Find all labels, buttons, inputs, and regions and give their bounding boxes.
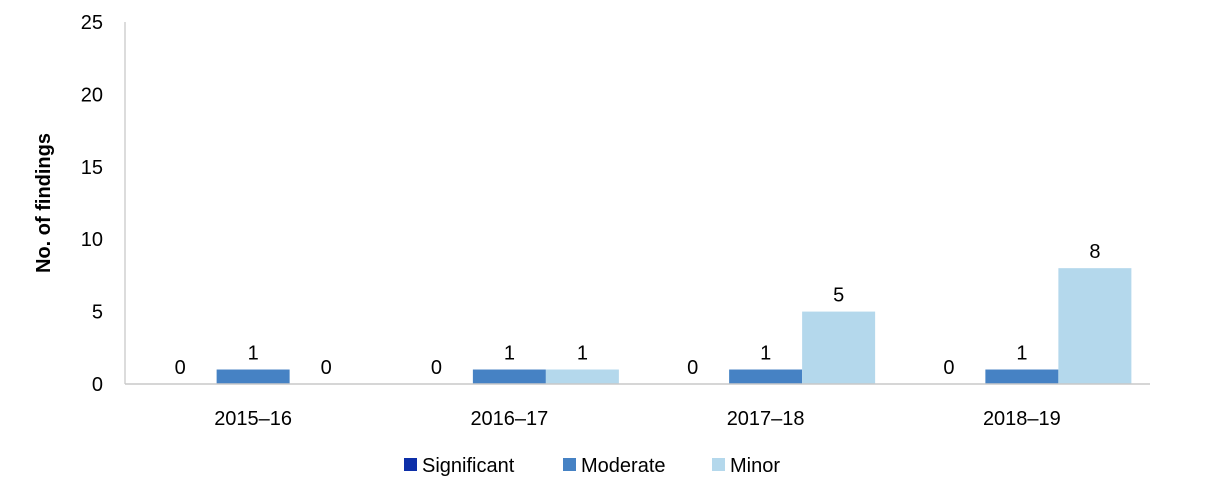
data-label: 0 — [175, 357, 186, 379]
bar-minor — [545, 369, 619, 384]
data-label: 1 — [1016, 343, 1027, 365]
y-tick-label: 20 — [81, 84, 103, 106]
y-tick-label: 15 — [81, 157, 103, 179]
bar-chart: 0510152025 No. of findings 010 01 1015018 … — [33, 12, 1150, 477]
bar-moderate — [216, 369, 290, 384]
legend-swatch-significant — [404, 458, 417, 471]
bar-minor — [802, 311, 876, 384]
data-labels: 0 1 0 0 1 1 0 1 5 0 1 8 — [175, 241, 1101, 379]
data-label: 0 — [687, 357, 698, 379]
bar-moderate — [729, 369, 803, 384]
x-axis: 2015–16 2016–17 2017–18 2018–19 — [125, 383, 1150, 430]
legend-swatch-moderate — [563, 458, 576, 471]
data-label: 8 — [1089, 241, 1100, 263]
y-axis-title: No. of findings — [33, 133, 55, 273]
x-tick-label: 2016–17 — [470, 408, 548, 430]
bar-minor — [1058, 268, 1132, 384]
data-label: 1 — [248, 343, 259, 365]
bar-moderate — [985, 369, 1059, 384]
data-label: 1 — [760, 343, 771, 365]
legend-label: Minor — [730, 455, 780, 477]
y-tick-label: 10 — [81, 229, 103, 251]
data-label: 5 — [833, 285, 844, 307]
data-label: 0 — [943, 357, 954, 379]
y-axis: 0 5 10 15 20 25 — [81, 12, 126, 396]
x-tick-label: 2017–18 — [727, 408, 805, 430]
legend: Significant Moderate Minor — [404, 455, 780, 477]
legend-label: Significant — [422, 455, 515, 477]
y-tick-label: 0 — [92, 374, 103, 396]
legend-swatch-minor — [712, 458, 725, 471]
x-tick-label: 2015–16 — [214, 408, 292, 430]
data-label: 1 — [504, 343, 515, 365]
data-label: 1 — [577, 343, 588, 365]
bar-moderate — [472, 369, 546, 384]
y-tick-label: 25 — [81, 12, 103, 34]
x-tick-label: 2018–19 — [983, 408, 1061, 430]
data-label: 0 — [321, 357, 332, 379]
y-tick-label: 5 — [92, 302, 103, 324]
bars — [216, 268, 1132, 384]
legend-label: Moderate — [581, 455, 666, 477]
data-label: 0 — [431, 357, 442, 379]
